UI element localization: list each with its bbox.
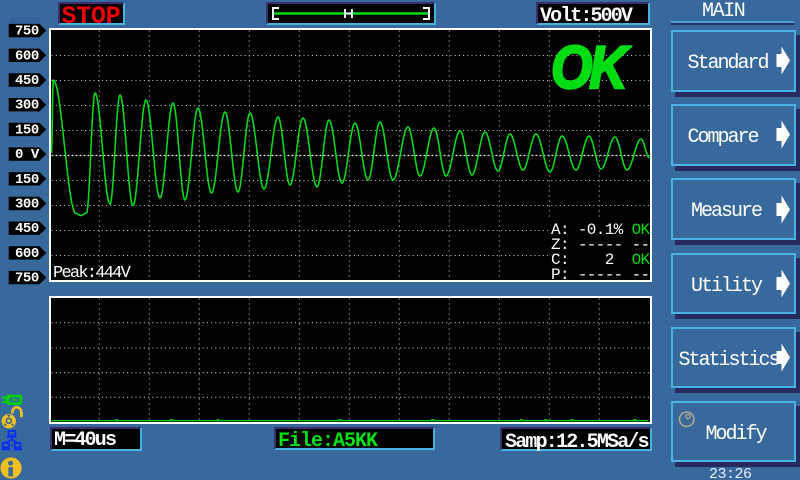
svg-text:0 V: 0 V: [15, 147, 40, 163]
svg-text:600: 600: [15, 48, 39, 64]
svg-text:450: 450: [15, 221, 39, 237]
svg-text:450: 450: [15, 73, 39, 89]
svg-text:150: 150: [15, 172, 39, 188]
svg-text:600: 600: [15, 246, 39, 262]
svg-text:750: 750: [15, 271, 39, 287]
svg-text:750: 750: [15, 24, 39, 40]
svg-text:300: 300: [15, 98, 39, 114]
svg-text:150: 150: [15, 122, 39, 138]
svg-text:300: 300: [15, 197, 39, 213]
